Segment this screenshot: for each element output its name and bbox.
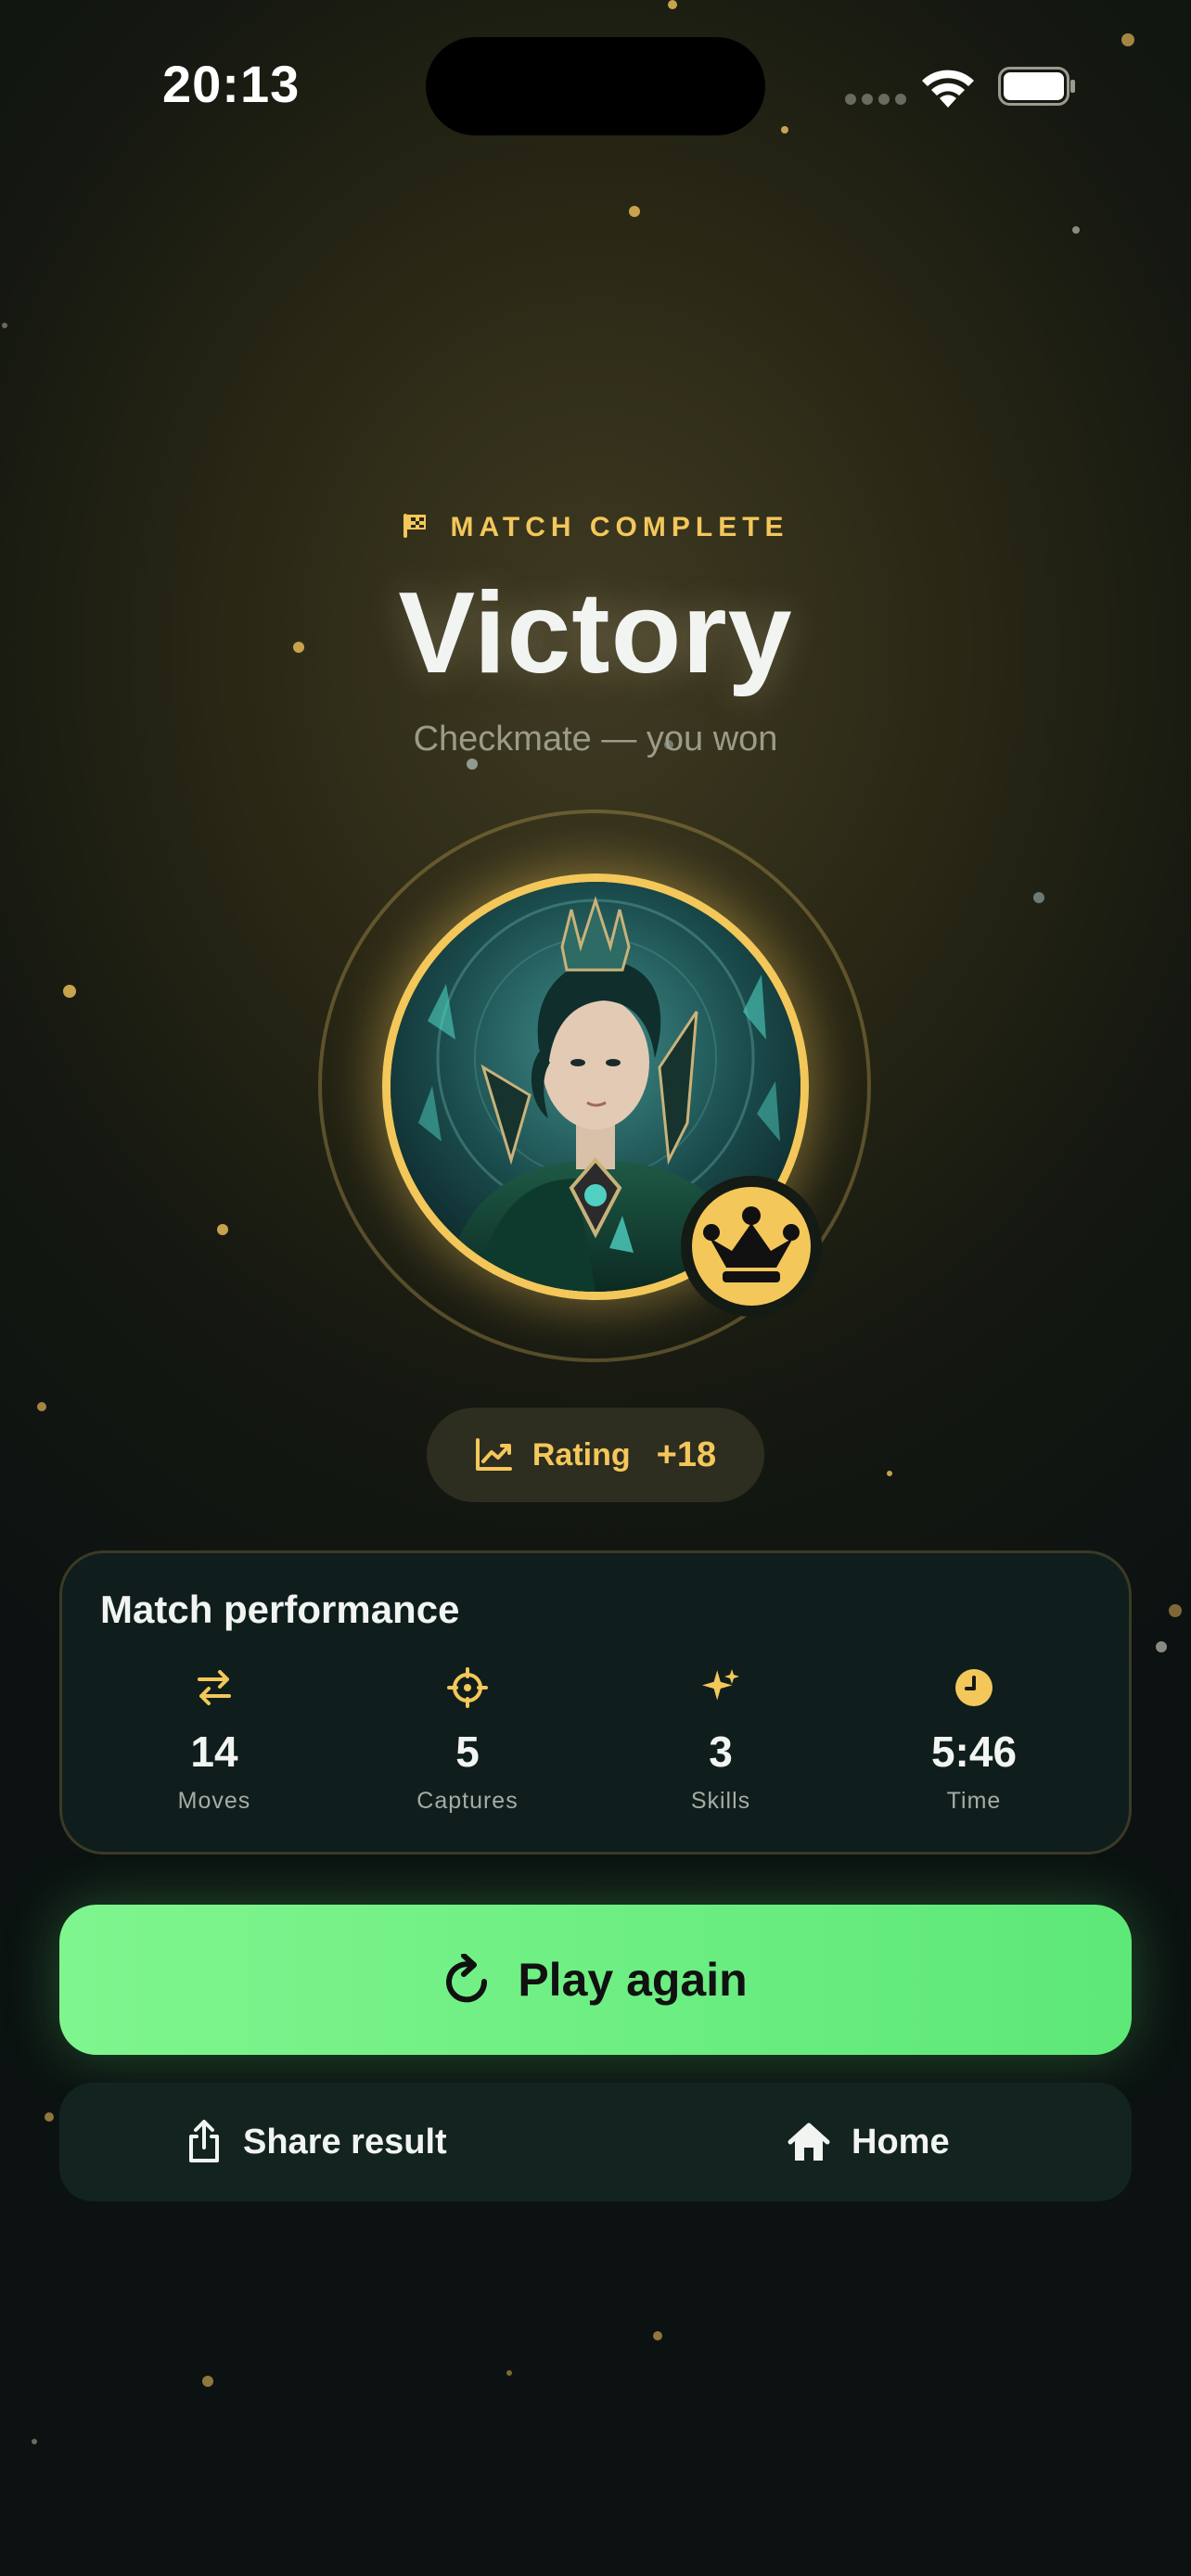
home-label: Home — [852, 2122, 950, 2162]
performance-title: Match performance — [100, 1588, 460, 1631]
stat-label: Skills — [690, 1788, 751, 1814]
stat-time: 5:46 Time — [872, 1665, 1076, 1815]
share-result-button[interactable]: Share result — [186, 2098, 447, 2187]
trend-up-icon — [475, 1438, 512, 1471]
particle — [887, 1471, 892, 1476]
stat-label: Moves — [177, 1788, 251, 1814]
refresh-icon — [446, 1954, 488, 2003]
cellular-signal-icon — [845, 94, 906, 105]
stat-moves: 14 Moves — [112, 1665, 316, 1815]
particle — [2, 323, 7, 328]
wifi-icon — [922, 70, 974, 108]
result-title: Victory — [398, 569, 793, 697]
clock-icon — [955, 1669, 992, 1706]
crown-icon — [703, 1206, 800, 1282]
particle — [467, 759, 478, 770]
particle — [63, 985, 76, 998]
particle — [45, 2112, 54, 2122]
stat-label: Captures — [416, 1788, 519, 1814]
particle — [781, 126, 788, 134]
stat-value: 3 — [709, 1728, 733, 1776]
share-result-label: Share result — [243, 2122, 447, 2162]
particle — [32, 2439, 37, 2444]
particle — [217, 1224, 228, 1235]
particle — [653, 2331, 662, 2340]
kicker-text: MATCH COMPLETE — [450, 512, 789, 542]
flag-icon — [403, 514, 427, 538]
crown-badge — [681, 1176, 822, 1317]
stat-skills: 3 Skills — [619, 1665, 823, 1815]
particle — [37, 1402, 46, 1411]
particle — [202, 2376, 213, 2387]
stat-value: 14 — [190, 1728, 238, 1776]
home-button[interactable]: Home — [787, 2098, 950, 2187]
stat-value: 5:46 — [930, 1728, 1018, 1776]
particle — [1033, 892, 1044, 903]
rating-label: Rating — [531, 1436, 631, 1473]
particle — [1072, 226, 1080, 234]
result-subtitle: Checkmate — you won — [413, 720, 778, 759]
status-time: 20:13 — [162, 55, 301, 113]
particle — [668, 0, 677, 9]
dynamic-island — [426, 37, 765, 135]
play-again-label: Play again — [518, 1954, 748, 2006]
rating-change-pill: Rating +18 — [427, 1408, 764, 1502]
particle — [1156, 1641, 1167, 1652]
share-icon — [189, 2120, 219, 2162]
sparkle-icon — [702, 1669, 739, 1701]
stat-value: 5 — [455, 1728, 480, 1776]
home-icon — [788, 2123, 830, 2161]
particle — [506, 2370, 512, 2376]
particle — [1169, 1604, 1182, 1617]
particle — [1121, 33, 1134, 46]
stat-captures: 5 Captures — [365, 1665, 570, 1815]
rating-delta: +18 — [656, 1435, 717, 1474]
play-again-button[interactable]: Play again — [59, 1905, 1132, 2055]
crosshair-icon — [447, 1667, 488, 1708]
stat-label: Time — [946, 1788, 1002, 1814]
match-complete-label: MATCH COMPLETE — [0, 512, 1191, 543]
swap-arrows-icon — [198, 1670, 231, 1705]
particle — [629, 206, 640, 217]
battery-icon — [998, 67, 1075, 106]
